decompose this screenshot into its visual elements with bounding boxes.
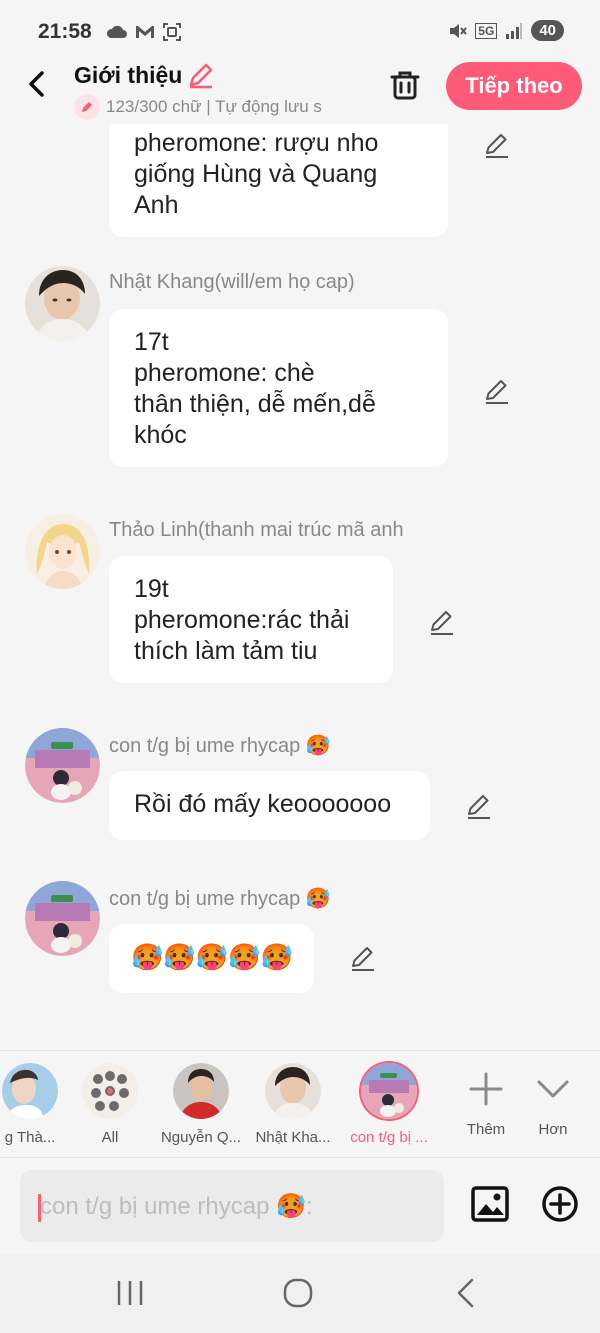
top-header: Giới thiệu 123/300 chữ | Tự động lưu s T… [0, 58, 600, 124]
character-name: Nhật Kha... [255, 1129, 331, 1146]
message-line: thích làm tảm tiu [134, 637, 318, 665]
character-avatar [361, 1063, 417, 1119]
character-item[interactable]: Nhật Kha... [249, 1063, 337, 1146]
network-type: 5G [475, 22, 498, 39]
message-bubble[interactable]: 19t pheromone:rác thải thích làm tảm tiu [109, 556, 393, 683]
sender-name: Nhật Khang(will/em họ cap) [109, 271, 355, 293]
message-line: giống Hùng và Quang [134, 160, 378, 188]
character-name: All [101, 1129, 119, 1146]
character-name: con t/g bị ... [350, 1129, 428, 1146]
character-item[interactable]: g Thà... [0, 1063, 74, 1146]
more-label: Hơn [538, 1121, 568, 1138]
character-item-all[interactable]: All [66, 1063, 154, 1146]
message-line: thân thiện, dễ mến,dễ [134, 390, 376, 418]
message-bubble[interactable]: 17t pheromone: chè thân thiện, dễ mến,dễ… [109, 309, 448, 467]
word-count-row: 123/300 chữ | Tự động lưu s [74, 94, 364, 120]
message-line: Anh [134, 191, 179, 219]
chevron-down-icon [537, 1080, 569, 1098]
input-placeholder: con t/g bị ume rhycap 🥵: [40, 1193, 313, 1220]
cloud-icon [106, 25, 127, 38]
status-notification-icons [106, 22, 182, 42]
character-name: g Thà... [4, 1129, 56, 1146]
home-icon[interactable] [278, 1275, 318, 1311]
add-label: Thêm [466, 1121, 506, 1138]
composer: con t/g bị ume rhycap 🥵: [0, 1157, 600, 1253]
screenshot-icon [163, 23, 181, 41]
system-back-icon[interactable] [446, 1275, 486, 1311]
pencil-badge-icon [74, 94, 100, 120]
character-avatar [82, 1063, 138, 1119]
status-time: 21:58 [38, 20, 92, 43]
trash-icon[interactable] [388, 68, 422, 102]
add-character-button[interactable]: Thêm [456, 1063, 516, 1138]
message-line: pheromone: chè [134, 359, 315, 387]
status-bar: 21:58 5G 40 [0, 0, 600, 58]
character-avatar [173, 1063, 229, 1119]
message-line: pheromone:rác thải [134, 606, 350, 634]
character-avatar [2, 1063, 58, 1119]
character-avatar [265, 1063, 321, 1119]
image-upload-icon[interactable] [470, 1184, 510, 1224]
back-arrow-icon[interactable] [22, 68, 54, 100]
character-item[interactable]: Nguyễn Q... [157, 1063, 245, 1146]
page-title: Giới thiệu [74, 61, 183, 88]
recent-apps-icon[interactable] [110, 1275, 150, 1311]
message-line: Rồi đó mấy keooooooo [134, 790, 392, 818]
message-line: pheromone: rượu nho [134, 129, 379, 157]
message-input[interactable]: con t/g bị ume rhycap 🥵: [20, 1170, 444, 1242]
message-line: 19t [134, 575, 169, 603]
edit-pencil-icon[interactable] [349, 944, 377, 972]
character-selector: g Thà... All Nguyễn Q... Nhật Kha... con… [0, 1050, 600, 1156]
plus-icon [469, 1072, 503, 1106]
next-button[interactable]: Tiếp theo [446, 62, 582, 110]
word-count-text: 123/300 chữ | Tự động lưu s [106, 97, 322, 116]
edit-pencil-icon[interactable] [465, 792, 493, 820]
avatar-thao-linh[interactable] [25, 514, 100, 589]
avatar-con-tg[interactable] [25, 881, 100, 956]
character-item-selected[interactable]: con t/g bị ... [345, 1063, 433, 1146]
pencil-title-icon[interactable] [186, 60, 216, 90]
message-line: 🥵🥵🥵🥵🥵 [131, 942, 293, 972]
status-system-icons: 5G 40 [447, 20, 564, 41]
sender-name: Thảo Linh(thanh mai trúc mã anh [109, 519, 404, 541]
message-bubble[interactable]: Rồi đó mấy keooooooo [109, 771, 430, 840]
mute-icon [450, 23, 468, 38]
title-row: Giới thiệu [74, 60, 216, 90]
edit-pencil-icon[interactable] [483, 377, 511, 405]
avatar-con-tg[interactable] [25, 728, 100, 803]
add-circle-icon[interactable] [540, 1184, 580, 1224]
avatar-nhat-khang[interactable] [25, 266, 100, 341]
message-bubble[interactable]: 🥵🥵🥵🥵🥵 [109, 924, 314, 993]
message-line: khóc [134, 421, 187, 449]
battery-badge: 40 [531, 20, 564, 41]
sender-name: con t/g bị ume rhycap 🥵 [109, 888, 331, 910]
character-name: Nguyễn Q... [160, 1129, 242, 1146]
chat-area: pheromone: rượu nho giống Hùng và Quang … [0, 124, 600, 1050]
edit-pencil-icon[interactable] [428, 608, 456, 636]
more-characters-button[interactable]: Hơn [523, 1063, 583, 1138]
edit-pencil-icon[interactable] [483, 131, 511, 159]
message-line: 17t [134, 328, 169, 356]
signal-icon [506, 22, 523, 39]
gmail-icon [136, 26, 154, 38]
message-bubble[interactable]: pheromone: rượu nho giống Hùng và Quang … [109, 124, 448, 237]
system-navigation-bar [0, 1253, 600, 1333]
sender-name: con t/g bị ume rhycap 🥵 [109, 735, 331, 757]
